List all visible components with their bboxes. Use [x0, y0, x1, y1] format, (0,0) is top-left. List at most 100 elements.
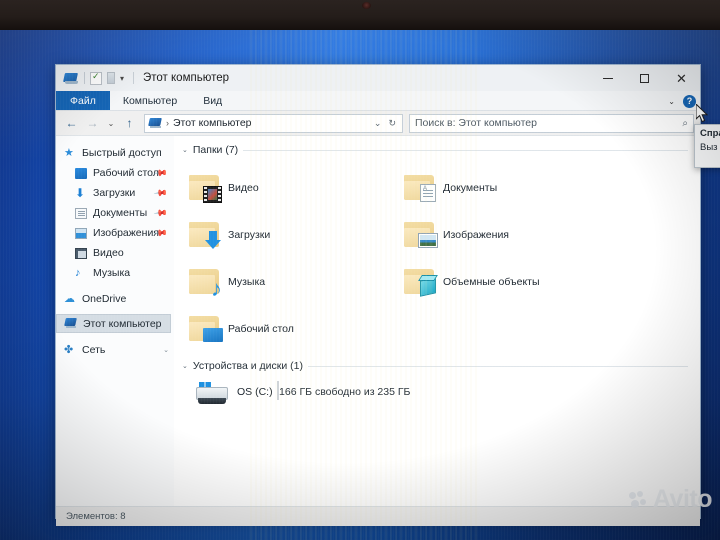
folder-item[interactable]: Изображения	[403, 211, 618, 258]
ribbon-right-controls[interactable]: ⌄ ?	[668, 91, 696, 111]
tab-computer[interactable]: Компьютер	[110, 91, 190, 110]
sidebar-item-desktop[interactable]: Рабочий стол 📌	[56, 163, 174, 183]
breadcrumb-current[interactable]: Этот компьютер	[173, 117, 252, 129]
tab-view[interactable]: Вид	[190, 91, 235, 110]
3d-badge-icon	[418, 275, 438, 297]
ribbon-tabs[interactable]: Файл Компьютер Вид ⌄ ?	[56, 91, 700, 111]
breadcrumb-separator: ›	[166, 118, 169, 128]
drive-item[interactable]: OS (C:) 166 ГБ свободно из 235 ГБ	[174, 374, 700, 407]
sidebar-item-label: Загрузки	[93, 187, 136, 199]
sidebar-item-label: Видео	[93, 247, 124, 259]
forward-button[interactable]: →	[83, 114, 102, 133]
help-dropdown-menu[interactable]: Спра Выз	[694, 124, 720, 168]
video-badge-icon	[203, 186, 222, 203]
breadcrumb[interactable]: › Этот компьютер ⌄ ↻	[144, 113, 403, 133]
folder-label: Объемные объекты	[443, 275, 540, 288]
sidebar-item-downloads[interactable]: ⬇ Загрузки 📌	[56, 183, 174, 203]
folder-label: Загрузки	[228, 228, 271, 241]
drive-free-space: 166 ГБ свободно из 235 ГБ	[279, 386, 411, 398]
refresh-icon[interactable]: ↻	[388, 118, 396, 129]
toolbar-divider	[84, 72, 85, 84]
folders-group-header[interactable]: ⌄ Папки (7)	[174, 142, 700, 158]
folder-item[interactable]: ♪ Музыка	[188, 258, 403, 305]
sidebar-item-label: Этот компьютер	[83, 317, 162, 330]
file-explorer-window[interactable]: ▾ Этот компьютер ✕ Файл Компьютер Вид ⌄ …	[55, 64, 701, 526]
chevron-down-icon[interactable]: ⌄	[182, 146, 188, 154]
menu-item-call[interactable]: Выз	[695, 139, 720, 153]
this-pc-icon[interactable]	[63, 72, 79, 85]
status-item-count: Элементов: 8	[66, 511, 126, 522]
group-rule	[243, 149, 688, 151]
documents-icon	[75, 207, 87, 219]
folder-item[interactable]: A Документы	[403, 164, 618, 211]
sidebar-item-videos[interactable]: Видео	[56, 243, 174, 263]
new-folder-icon[interactable]	[107, 72, 115, 84]
desktop-badge-icon	[203, 328, 223, 342]
quick-access-toolbar[interactable]: ▾	[56, 71, 124, 85]
folders-group-label: Папки (7)	[192, 144, 239, 156]
folder-label: Рабочий стол	[228, 322, 294, 335]
search-placeholder: Поиск в: Этот компьютер	[415, 117, 537, 129]
close-button[interactable]: ✕	[663, 65, 700, 91]
network-icon: ✤	[64, 343, 74, 356]
sidebar-item-onedrive[interactable]: ☁ OneDrive	[56, 289, 174, 309]
sidebar-item-music[interactable]: ♪ Музыка	[56, 263, 174, 283]
sidebar-item-network[interactable]: ✤ Сеть ⌄	[56, 340, 174, 360]
search-icon[interactable]: ⌕	[682, 118, 688, 129]
title-bar[interactable]: ▾ Этот компьютер ✕	[56, 65, 700, 91]
videos-icon	[75, 247, 87, 259]
pictures-icon	[75, 227, 87, 239]
sidebar-item-label: OneDrive	[82, 293, 127, 305]
chevron-down-icon[interactable]: ⌄	[163, 346, 169, 354]
document-badge-icon: A	[420, 184, 436, 202]
back-button[interactable]: ←	[62, 114, 81, 133]
status-bar: Элементов: 8	[56, 506, 700, 526]
drive-icon	[196, 381, 228, 407]
sidebar-item-label: Быстрый доступ	[82, 147, 162, 159]
folder-item[interactable]: Объемные объекты	[403, 258, 618, 305]
search-input[interactable]: Поиск в: Этот компьютер ⌕	[409, 113, 694, 133]
folder-icon	[188, 314, 223, 343]
sidebar-item-this-pc[interactable]: Этот компьютер	[56, 314, 171, 333]
content-pane[interactable]: ⌄ Папки (7) Видео A Документы Загрузки И…	[174, 136, 700, 506]
pin-icon[interactable]: 📌	[153, 205, 168, 221]
folder-icon	[403, 267, 438, 297]
window-controls[interactable]: ✕	[589, 65, 700, 91]
picture-badge-icon	[418, 233, 438, 248]
tab-file[interactable]: Файл	[56, 91, 110, 110]
breadcrumb-end-controls[interactable]: ⌄ ↻	[374, 118, 398, 129]
sidebar-item-label: Документы	[93, 207, 148, 219]
chevron-down-icon[interactable]: ⌄	[182, 362, 188, 370]
sidebar-item-label: Рабочий стол	[93, 167, 159, 179]
folder-item[interactable]: Рабочий стол	[188, 305, 403, 352]
maximize-button[interactable]	[626, 65, 663, 91]
sidebar-item-pictures[interactable]: Изображения 📌	[56, 223, 174, 243]
folder-item[interactable]: Видео	[188, 164, 403, 211]
download-badge-icon	[205, 231, 222, 250]
chevron-down-icon[interactable]: ⌄	[374, 118, 382, 129]
menu-item-help[interactable]: Спра	[695, 125, 720, 139]
chevron-down-icon[interactable]: ⌄	[668, 97, 675, 106]
window-title: Этот компьютер	[133, 72, 229, 84]
mouse-cursor	[696, 104, 709, 123]
folder-grid[interactable]: Видео A Документы Загрузки Изображения ♪…	[174, 158, 700, 352]
customize-dropdown-icon[interactable]: ▾	[120, 74, 124, 83]
recent-locations-button[interactable]: ⌄	[104, 114, 118, 133]
navigation-pane[interactable]: ★ Быстрый доступ Рабочий стол 📌 ⬇ Загруз…	[56, 136, 174, 506]
folder-icon	[403, 220, 438, 249]
pin-icon[interactable]: 📌	[153, 185, 168, 201]
devices-group-header[interactable]: ⌄ Устройства и диски (1)	[174, 358, 700, 374]
sidebar-item-quick-access[interactable]: ★ Быстрый доступ	[56, 143, 174, 163]
sidebar-item-documents[interactable]: Документы 📌	[56, 203, 174, 223]
minimize-button[interactable]	[589, 65, 626, 91]
up-button[interactable]: ↑	[120, 114, 139, 133]
folder-item[interactable]: Загрузки	[188, 211, 403, 258]
address-bar[interactable]: ← → ⌄ ↑ › Этот компьютер ⌄ ↻ Поиск в: Эт…	[56, 111, 700, 135]
folder-icon	[188, 173, 222, 203]
folder-icon: ♪	[188, 267, 222, 300]
sidebar-item-label: Сеть	[82, 344, 106, 356]
help-button[interactable]: ?	[683, 94, 696, 108]
window-body: ★ Быстрый доступ Рабочий стол 📌 ⬇ Загруз…	[56, 135, 700, 506]
avito-dots-logo	[628, 491, 649, 508]
properties-icon[interactable]	[90, 71, 102, 85]
